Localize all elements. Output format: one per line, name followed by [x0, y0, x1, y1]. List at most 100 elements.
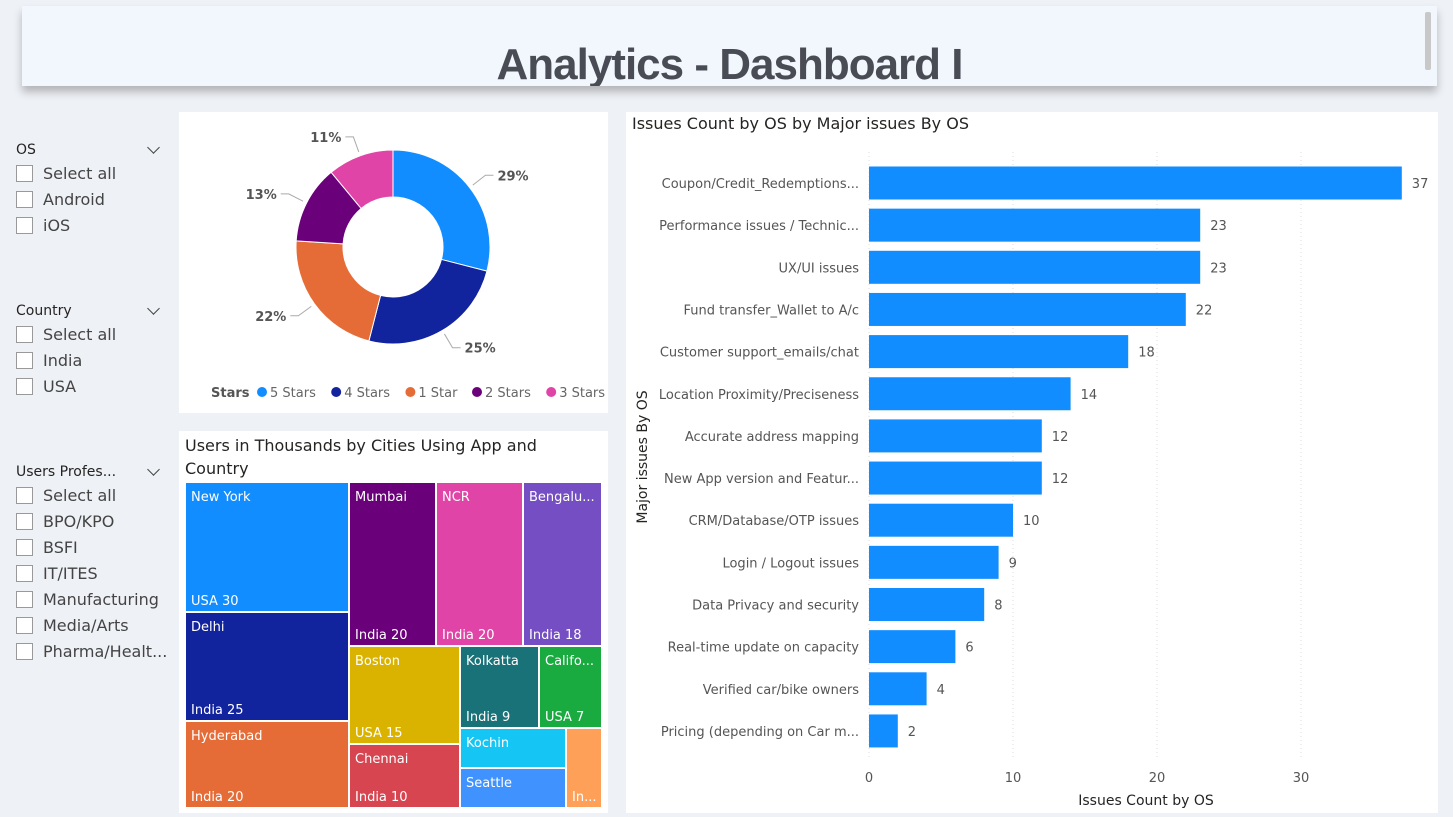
checkbox[interactable]: [16, 486, 33, 504]
donut-slice[interactable]: [295, 240, 382, 342]
stars-donut-chart: 29% 25% 22% 13% 11% Stars 5 Stars 4 Stars 1 Star…: [179, 112, 608, 413]
treemap-tile[interactable]: Mumbai India 20: [349, 482, 436, 646]
checkbox[interactable]: [16, 164, 33, 182]
leader-line: [290, 305, 312, 317]
slice-label: 22%: [255, 310, 286, 325]
bar[interactable]: [869, 672, 927, 706]
option-label: Android: [43, 189, 105, 209]
y-tick-label: Fund transfer_Wallet to A/c: [683, 303, 859, 318]
filter-title: OS: [16, 142, 36, 158]
filter-option[interactable]: Android: [16, 186, 166, 212]
bar[interactable]: [869, 250, 1201, 284]
treemap-tile[interactable]: NCR India 20: [436, 482, 523, 646]
bar-value-label: 22: [1196, 303, 1213, 318]
y-tick-label: Data Privacy and security: [692, 599, 859, 614]
filter-header[interactable]: Country: [16, 302, 166, 319]
checkbox[interactable]: [16, 642, 33, 660]
legend-item[interactable]: 3 Stars: [559, 386, 605, 401]
filter-option[interactable]: Select all: [16, 482, 166, 508]
bar[interactable]: [869, 377, 1071, 411]
filter-option[interactable]: India: [16, 347, 166, 373]
tile-city: Delhi: [191, 620, 225, 635]
slice-label: 13%: [246, 188, 277, 203]
y-tick-label: Accurate address mapping: [685, 430, 859, 445]
filter-option[interactable]: Select all: [16, 321, 166, 347]
treemap-tile[interactable]: Delhi India 25: [185, 612, 349, 721]
filter-option[interactable]: iOS: [16, 212, 166, 238]
checkbox[interactable]: [16, 564, 33, 582]
legend-marker: [257, 387, 267, 397]
option-label: Media/Arts: [43, 615, 129, 635]
legend-item[interactable]: 1 Star: [418, 386, 458, 401]
filter-option[interactable]: BSFI: [16, 534, 166, 560]
checkbox[interactable]: [16, 216, 33, 234]
legend-item[interactable]: 2 Stars: [485, 386, 531, 401]
checkbox[interactable]: [16, 590, 33, 608]
y-tick-label: CRM/Database/OTP issues: [689, 514, 860, 529]
filter-option[interactable]: Media/Arts: [16, 612, 166, 638]
treemap-tile[interactable]: Bengalu... India 18: [523, 482, 602, 646]
donut-slice[interactable]: [392, 149, 491, 272]
bar[interactable]: [869, 292, 1186, 326]
bar[interactable]: [869, 545, 999, 579]
filter-option[interactable]: Select all: [16, 160, 166, 186]
y-axis-title: Major issues By OS: [635, 390, 651, 523]
treemap-tile[interactable]: New York USA 30: [185, 482, 349, 612]
treemap-tile[interactable]: Hyderabad India 20: [185, 721, 349, 808]
chevron-down-icon[interactable]: [147, 302, 160, 315]
filter-option[interactable]: USA: [16, 373, 166, 399]
filter-header[interactable]: Users Profes...: [16, 463, 166, 480]
filter-option[interactable]: Manufacturing: [16, 586, 166, 612]
tile-value: USA 7: [545, 710, 585, 725]
bar[interactable]: [869, 714, 898, 748]
treemap-tile[interactable]: In...: [566, 728, 602, 808]
y-tick-label: Customer support_emails/chat: [660, 346, 859, 361]
checkbox[interactable]: [16, 377, 33, 395]
chevron-down-icon[interactable]: [147, 141, 160, 154]
checkbox[interactable]: [16, 512, 33, 530]
filter-option[interactable]: Pharma/Healt...: [16, 638, 167, 664]
tile-city: Califo...: [545, 654, 594, 669]
treemap-tile[interactable]: Chennai India 10: [349, 744, 460, 808]
y-tick-label: Login / Logout issues: [722, 556, 859, 571]
checkbox[interactable]: [16, 351, 33, 369]
legend-marker: [331, 387, 342, 397]
filter-option[interactable]: BPO/KPO: [16, 508, 166, 534]
option-label: BSFI: [43, 537, 78, 557]
filter-header[interactable]: OS: [16, 141, 166, 158]
bar[interactable]: [869, 166, 1402, 200]
legend-item[interactable]: 5 Stars: [270, 386, 316, 401]
checkbox[interactable]: [16, 538, 33, 556]
tile-value: USA 30: [191, 594, 239, 609]
bar[interactable]: [869, 588, 985, 621]
filter-title: Country: [16, 303, 72, 319]
bar[interactable]: [869, 208, 1201, 242]
checkbox[interactable]: [16, 325, 33, 343]
bar-chart-title: Issues Count by OS by Major issues By OS: [632, 114, 969, 133]
scrollbar[interactable]: [1425, 12, 1431, 70]
chevron-down-icon[interactable]: [147, 463, 160, 476]
legend-item[interactable]: 4 Stars: [344, 386, 390, 401]
slice-label: 25%: [465, 342, 496, 357]
treemap-title: Users in Thousands by Cities Using App a…: [185, 436, 537, 478]
filter-slicer: OS Select all Android iOS: [16, 141, 166, 238]
bar[interactable]: [869, 419, 1042, 453]
checkbox[interactable]: [16, 616, 33, 634]
bar[interactable]: [869, 630, 956, 664]
tile-city: Seattle: [466, 776, 513, 791]
donut-slice[interactable]: [368, 258, 488, 345]
option-label: IT/ITES: [43, 563, 98, 583]
treemap-tile[interactable]: Kochin: [460, 728, 566, 768]
bar[interactable]: [869, 503, 1013, 537]
treemap-tile[interactable]: Califo... USA 7: [539, 646, 602, 728]
treemap-tile[interactable]: Boston USA 15: [349, 646, 460, 744]
bar[interactable]: [869, 461, 1042, 495]
tile-value: India 10: [355, 790, 408, 805]
filter-option[interactable]: IT/ITES: [16, 560, 166, 586]
slice-label: 29%: [497, 169, 528, 184]
bar[interactable]: [869, 335, 1129, 369]
treemap-tile[interactable]: Kolkatta India 9: [460, 646, 539, 728]
bar-value-label: 2: [908, 725, 916, 740]
checkbox[interactable]: [16, 190, 33, 208]
treemap-tile[interactable]: Seattle: [460, 768, 566, 808]
